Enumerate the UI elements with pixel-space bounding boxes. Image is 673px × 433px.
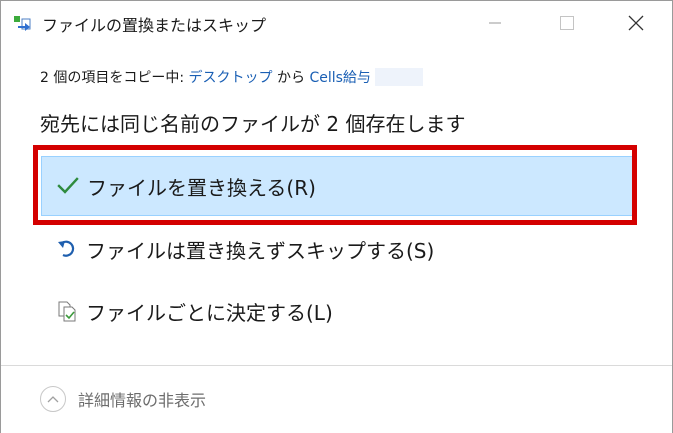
maximize-icon bbox=[560, 16, 574, 30]
window-title: ファイルの置換またはスキップ bbox=[42, 16, 267, 35]
copy-status-prefix: 2 個の項目をコピー中: bbox=[40, 70, 189, 86]
source-folder-link[interactable]: デスクトップ bbox=[189, 70, 273, 86]
conflict-heading: 宛先には同じ名前のファイルが 2 個存在します bbox=[40, 112, 466, 136]
copy-status-connector: から bbox=[272, 70, 310, 86]
compare-files-icon bbox=[56, 300, 78, 322]
title-bar: ファイルの置換またはスキップ bbox=[1, 1, 672, 45]
dialog-footer: 詳細情報の非表示 bbox=[1, 365, 672, 433]
minimize-button[interactable] bbox=[472, 1, 518, 45]
chevron-up-icon bbox=[40, 386, 66, 412]
hide-details-toggle[interactable]: 詳細情報の非表示 bbox=[40, 386, 206, 412]
replace-or-skip-dialog: ファイルの置換またはスキップ 2 個の項目をコピー中: デスクトップ から Ce… bbox=[0, 0, 673, 433]
decide-each-file-option[interactable]: ファイルごとに決定する(L) bbox=[41, 281, 633, 341]
hide-details-label: 詳細情報の非表示 bbox=[78, 391, 207, 410]
close-button[interactable] bbox=[613, 1, 659, 45]
highlight-frame bbox=[33, 145, 637, 225]
copy-status-line: 2 個の項目をコピー中: デスクトップ から Cells給与 bbox=[40, 67, 423, 87]
skip-files-option[interactable]: ファイルは置き換えずスキップする(S) bbox=[41, 219, 633, 279]
maximize-button[interactable] bbox=[544, 1, 590, 45]
close-icon bbox=[628, 15, 644, 31]
minimize-icon bbox=[489, 22, 501, 24]
file-copy-app-icon bbox=[14, 15, 34, 31]
redacted-area bbox=[374, 68, 423, 86]
skip-arrow-icon bbox=[56, 238, 78, 260]
decide-each-file-label: ファイルごとに決定する(L) bbox=[86, 300, 333, 325]
skip-files-label: ファイルは置き換えずスキップする(S) bbox=[86, 238, 435, 263]
destination-folder-link[interactable]: Cells給与 bbox=[309, 70, 370, 86]
